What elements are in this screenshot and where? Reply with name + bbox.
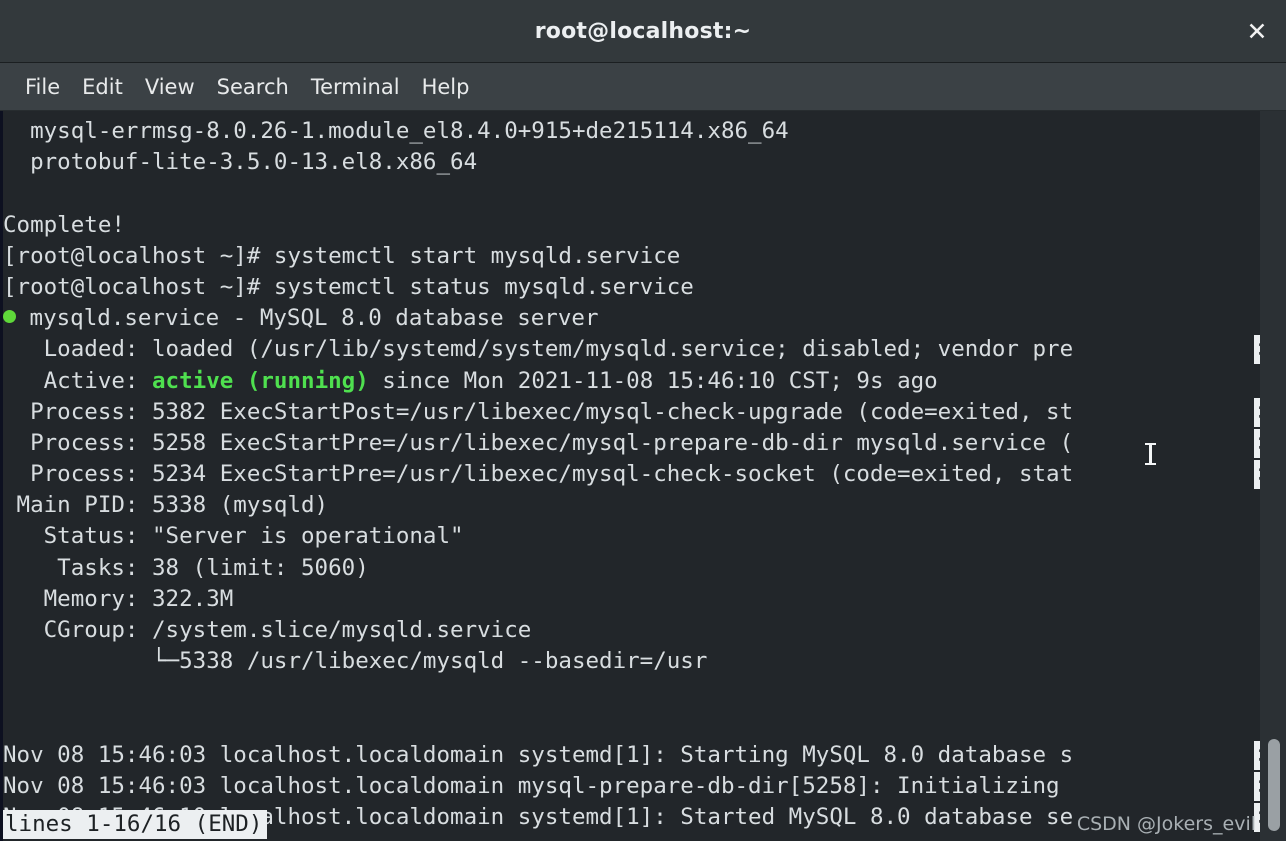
window-title: root@localhost:~ <box>534 18 752 44</box>
terminal-line: Process: 5258 ExecStartPre=/usr/libexec/… <box>3 428 1263 459</box>
terminal-line: Nov 08 15:46:03 localhost.localdomain my… <box>3 771 1263 802</box>
close-icon[interactable]: ✕ <box>1240 14 1274 48</box>
title-bar: root@localhost:~ ✕ <box>0 0 1286 63</box>
menu-bar: File Edit View Search Terminal Help <box>0 63 1286 111</box>
terminal-line: Memory: 322.3M <box>3 585 234 612</box>
terminal-line: Tasks: 38 (limit: 5060) <box>3 554 369 581</box>
watermark-text: CSDN @Jokers_evil <box>1076 813 1256 835</box>
terminal-line: protobuf-lite-3.5.0-13.el8.x86_64 <box>3 149 478 176</box>
menu-item-help[interactable]: Help <box>411 72 481 102</box>
terminal-line: Nov 08 15:46:03 localhost.localdomain sy… <box>3 740 1263 771</box>
terminal-line: Status: "Server is operational" <box>3 523 464 550</box>
terminal-line: Process: 5382 ExecStartPost=/usr/libexec… <box>3 397 1263 428</box>
menu-item-edit[interactable]: Edit <box>71 72 134 102</box>
terminal-line: CGroup: /system.slice/mysqld.service <box>3 617 532 643</box>
terminal-viewport[interactable]: mysql-errmsg-8.0.26-1.module_el8.4.0+915… <box>0 111 1286 841</box>
terminal-window: root@localhost:~ ✕ File Edit View Search… <box>0 0 1286 841</box>
active-running-text: active (running) <box>152 367 369 394</box>
terminal-line: Process: 5234 ExecStartPre=/usr/libexec/… <box>3 459 1263 490</box>
vertical-scrollbar[interactable] <box>1260 111 1286 841</box>
pager-status-line: lines 1-16/16 (END) <box>3 810 268 839</box>
terminal-line: mysqld.service - MySQL 8.0 database serv… <box>3 303 1263 334</box>
terminal-line: Main PID: 5338 (mysqld) <box>3 492 329 519</box>
menu-item-search[interactable]: Search <box>206 72 300 102</box>
terminal-line: [root@localhost ~]# systemctl status mys… <box>3 273 694 300</box>
menu-item-terminal[interactable]: Terminal <box>300 72 411 102</box>
service-active-status-icon <box>3 310 16 324</box>
terminal-line: mysql-errmsg-8.0.26-1.module_el8.4.0+915… <box>3 118 789 144</box>
menu-item-file[interactable]: File <box>14 72 71 102</box>
text-cursor-pointer-icon <box>1145 443 1156 465</box>
terminal-line: └─5338 /usr/libexec/mysqld --basedir=/us… <box>3 648 708 675</box>
terminal-line: [root@localhost ~]# systemctl start mysq… <box>3 242 681 269</box>
terminal-output[interactable]: mysql-errmsg-8.0.26-1.module_el8.4.0+915… <box>3 111 1263 841</box>
scrollbar-thumb[interactable] <box>1268 739 1280 831</box>
menu-item-view[interactable]: View <box>134 72 206 102</box>
terminal-line: Complete! <box>3 211 125 238</box>
terminal-line: Loaded: loaded (/usr/lib/systemd/system/… <box>3 334 1263 365</box>
terminal-line: Active: active (running) since Mon 2021-… <box>3 367 938 394</box>
